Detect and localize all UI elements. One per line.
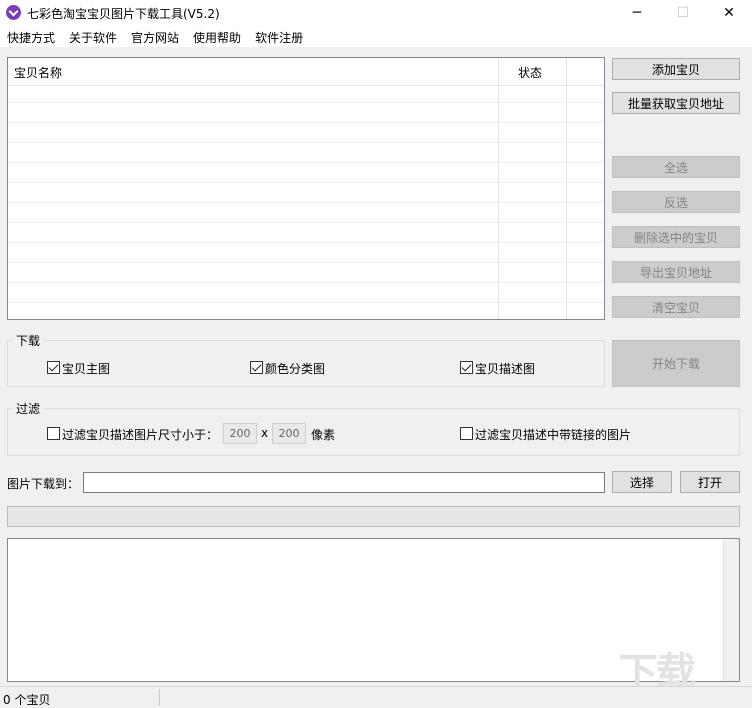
list-row-line [8,222,604,223]
column-header-status[interactable]: 状态 [518,64,542,81]
export-urls-button[interactable]: 导出宝贝地址 [612,261,740,283]
menu-shortcuts[interactable]: 快捷方式 [0,26,62,47]
column-header-name[interactable]: 宝贝名称 [14,64,62,81]
main-image-label[interactable]: 宝贝主图 [62,360,110,377]
maximize-button: ☐ [676,5,690,21]
desc-image-checkbox[interactable] [460,361,473,374]
menu-website[interactable]: 官方网站 [124,26,186,47]
list-row-line [8,282,604,283]
progress-bar [7,506,740,527]
close-button[interactable]: ✕ [706,0,752,26]
delete-selected-button[interactable]: 删除选中的宝贝 [612,226,740,248]
column-divider[interactable] [566,58,567,319]
list-row-line [8,142,604,143]
item-count-status: 0 个宝贝 [3,693,51,707]
min-width-input[interactable]: 200 [223,423,257,444]
clear-items-button[interactable]: 清空宝贝 [612,296,740,318]
link-filter-checkbox[interactable] [460,427,473,440]
list-row-line [8,122,604,123]
select-all-button[interactable]: 全选 [612,156,740,178]
log-scrollbar[interactable] [723,539,739,681]
save-path-input[interactable] [83,472,605,493]
choose-folder-button[interactable]: 选择 [612,471,672,493]
list-header: 宝贝名称 状态 [8,58,604,86]
batch-fetch-button[interactable]: 批量获取宝贝地址 [612,92,740,114]
filter-group-label: 过滤 [13,400,44,417]
list-row-line [8,162,604,163]
main-image-checkbox[interactable] [47,361,60,374]
link-filter-label[interactable]: 过滤宝贝描述中带链接的图片 [475,426,631,443]
size-filter-label[interactable]: 过滤宝贝描述图片尺寸小于： [62,426,218,443]
list-row-line [8,262,604,263]
min-height-input[interactable]: 200 [272,423,306,444]
color-image-label[interactable]: 颜色分类图 [265,360,325,377]
list-row-line [8,202,604,203]
list-row-line [8,242,604,243]
list-row-line [8,302,604,303]
invert-selection-button[interactable]: 反选 [612,191,740,213]
status-bar: 0 个宝贝 [0,686,752,708]
pixel-unit-label: 像素 [311,428,336,442]
menu-help[interactable]: 使用帮助 [186,26,248,47]
add-item-button[interactable]: 添加宝贝 [612,58,740,80]
status-divider [159,689,160,705]
size-filter-checkbox[interactable] [47,427,60,440]
color-image-checkbox[interactable] [250,361,263,374]
list-row-line [8,182,604,183]
save-path-label: 图片下载到： [7,477,80,491]
start-download-button[interactable]: 开始下载 [612,340,740,387]
times-sign: x [261,426,269,440]
menu-bar: 快捷方式 关于软件 官方网站 使用帮助 软件注册 [0,26,752,47]
list-row-line [8,102,604,103]
open-folder-button[interactable]: 打开 [680,471,740,493]
download-group-label: 下载 [13,332,44,349]
item-list[interactable]: 宝贝名称 状态 [7,57,605,320]
title-bar: 七彩色淘宝宝贝图片下载工具(V5.2) ─ ☐ ✕ [0,0,752,26]
window-title: 七彩色淘宝宝贝图片下载工具(V5.2) [27,7,220,21]
menu-about[interactable]: 关于软件 [62,26,124,47]
menu-register[interactable]: 软件注册 [248,26,310,47]
minimize-button[interactable]: ─ [614,0,660,26]
column-divider[interactable] [498,58,499,319]
app-download-icon [6,5,21,20]
desc-image-label[interactable]: 宝贝描述图 [475,360,535,377]
